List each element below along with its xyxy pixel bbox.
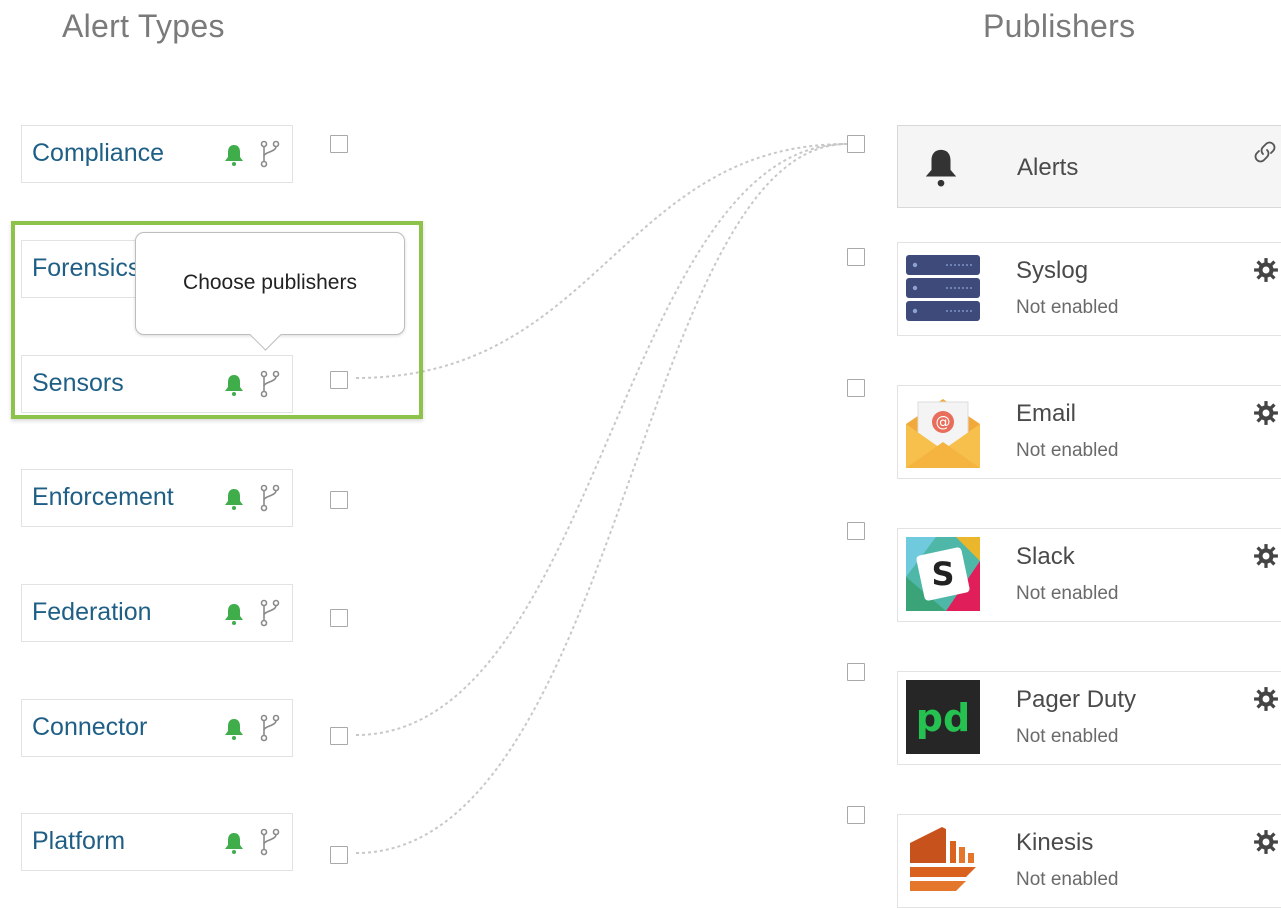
branch-icon[interactable]	[259, 714, 281, 742]
gear-icon[interactable]	[1253, 829, 1279, 855]
alert-type-federation[interactable]: Federation	[21, 584, 293, 642]
connection-platform-alerts	[355, 143, 848, 854]
svg-text:pd: pd	[916, 696, 970, 740]
choose-publishers-tooltip: Choose publishers	[135, 232, 405, 351]
publisher-checkbox[interactable]	[847, 663, 865, 681]
bell-icon[interactable]	[222, 602, 246, 626]
alert-type-checkbox[interactable]	[330, 135, 348, 153]
gear-icon[interactable]	[1253, 400, 1279, 426]
link-icon[interactable]	[1253, 140, 1277, 164]
gear-icon[interactable]	[1253, 543, 1279, 569]
publisher-status: Not enabled	[1016, 297, 1119, 318]
publisher-name: Pager Duty	[1016, 686, 1137, 713]
bell-icon	[925, 149, 957, 187]
publisher-name: Email	[1016, 400, 1077, 427]
publisher-status: Not enabled	[1016, 440, 1119, 461]
branch-icon[interactable]	[259, 140, 281, 168]
bell-icon[interactable]	[222, 487, 246, 511]
alert-type-label: Federation	[32, 598, 152, 626]
publisher-checkbox[interactable]	[847, 135, 865, 153]
publisher-status: Not enabled	[1016, 583, 1119, 604]
publisher-pagerduty[interactable]: pd Pager Duty Not enabled	[897, 671, 1281, 765]
publisher-name: Syslog	[1016, 257, 1089, 284]
kinesis-icon	[910, 827, 976, 891]
alert-type-checkbox[interactable]	[330, 727, 348, 745]
connection-connector-alerts	[355, 143, 848, 736]
tooltip-text: Choose publishers	[183, 271, 357, 294]
publisher-status: Not enabled	[1016, 869, 1119, 890]
bell-icon[interactable]	[222, 717, 246, 741]
bell-icon[interactable]	[222, 143, 246, 167]
email-icon: @	[906, 399, 980, 468]
publisher-kinesis[interactable]: Kinesis Not enabled	[897, 814, 1281, 908]
alert-type-checkbox[interactable]	[330, 846, 348, 864]
branch-icon[interactable]	[259, 828, 281, 856]
alert-type-label: Connector	[32, 713, 148, 741]
svg-text:S: S	[931, 555, 954, 593]
alert-type-checkbox[interactable]	[330, 491, 348, 509]
alert-type-enforcement[interactable]: Enforcement	[21, 469, 293, 527]
bell-icon[interactable]	[222, 831, 246, 855]
alert-type-label: Enforcement	[32, 483, 174, 511]
svg-text:@: @	[936, 413, 951, 431]
publisher-slack[interactable]: S Slack Not enabled	[897, 528, 1281, 622]
publisher-name: Alerts	[1017, 154, 1079, 181]
pagerduty-icon: pd	[906, 680, 980, 754]
publisher-alerts[interactable]: Alerts	[897, 125, 1281, 208]
publisher-status: Not enabled	[1016, 726, 1119, 747]
branch-icon[interactable]	[259, 484, 281, 512]
publisher-checkbox[interactable]	[847, 806, 865, 824]
branch-icon[interactable]	[259, 599, 281, 627]
alert-type-label: Platform	[32, 827, 126, 855]
gear-icon[interactable]	[1253, 686, 1279, 712]
connection-sensors-alerts	[355, 143, 848, 379]
gear-icon[interactable]	[1253, 257, 1279, 283]
alert-type-compliance[interactable]: Compliance	[21, 125, 293, 183]
publisher-name: Slack	[1016, 543, 1075, 570]
alert-type-checkbox[interactable]	[330, 609, 348, 627]
publisher-checkbox[interactable]	[847, 248, 865, 266]
publisher-checkbox[interactable]	[847, 522, 865, 540]
server-icon	[906, 255, 980, 321]
alert-type-label: Compliance	[32, 139, 165, 167]
publisher-name: Kinesis	[1016, 829, 1094, 856]
alert-type-platform[interactable]: Platform	[21, 813, 293, 871]
alert-type-connector[interactable]: Connector	[21, 699, 293, 757]
publisher-email[interactable]: @ Email Not enabled	[897, 385, 1281, 479]
publisher-checkbox[interactable]	[847, 379, 865, 397]
slack-icon: S	[906, 537, 980, 611]
publisher-syslog[interactable]: Syslog Not enabled	[897, 242, 1281, 336]
